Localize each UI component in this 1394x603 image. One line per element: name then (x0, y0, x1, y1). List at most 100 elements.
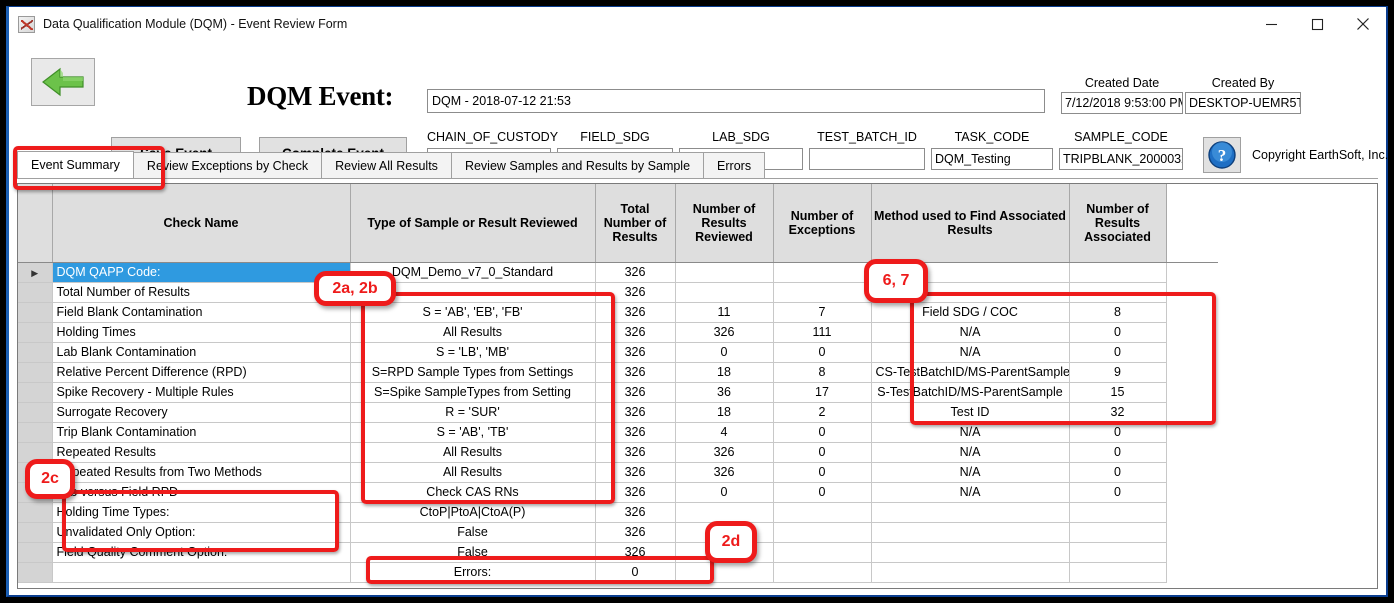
cell-type-reviewed[interactable]: S = 'LB', 'MB' (350, 342, 596, 363)
cell-total-results[interactable]: 326 (595, 342, 676, 363)
cell-results-associated[interactable] (1069, 522, 1167, 543)
cell-exceptions[interactable] (773, 522, 872, 543)
cell-check-name[interactable]: Relative Percent Difference (RPD) (52, 362, 351, 383)
cell-exceptions[interactable] (773, 542, 872, 563)
col-header-check-name[interactable]: Check Name (52, 184, 351, 263)
row-selector-cell[interactable] (18, 302, 53, 323)
col-header-number-of-results-reviewed[interactable]: Number of Results Reviewed (675, 184, 774, 263)
cell-method-used[interactable]: N/A (871, 322, 1070, 343)
cell-method-used[interactable] (871, 262, 1070, 283)
cell-check-name[interactable]: Total Number of Results (52, 282, 351, 303)
table-row[interactable]: Repeated Results All Results 326 326 0 N/A 0 (18, 442, 1218, 463)
cell-type-reviewed[interactable]: False (350, 542, 596, 563)
cell-check-name[interactable]: Field Blank Contamination (52, 302, 351, 323)
cell-total-results[interactable]: 326 (595, 462, 676, 483)
table-row[interactable]: Spike Recovery - Multiple Rules S=Spike S… (18, 382, 1218, 403)
cell-type-reviewed[interactable]: Errors: (350, 562, 596, 583)
cell-total-results[interactable]: 326 (595, 262, 676, 283)
row-selector-cell[interactable] (18, 482, 53, 503)
col-header-number-of-results-associated[interactable]: Number of Results Associated (1069, 184, 1167, 263)
cell-results-reviewed[interactable]: 326 (675, 462, 774, 483)
col-header-method-used[interactable]: Method used to Find Associated Results (871, 184, 1070, 263)
cell-total-results[interactable]: 326 (595, 302, 676, 323)
table-row[interactable]: Holding Time Types: CtoP|PtoA|CtoA(P) 326 (18, 502, 1218, 523)
cell-results-reviewed[interactable]: 18 (675, 362, 774, 383)
close-icon[interactable] (1340, 7, 1386, 41)
cell-method-used[interactable] (871, 282, 1070, 303)
row-selector-cell[interactable] (18, 422, 53, 443)
cell-results-associated[interactable]: 0 (1069, 462, 1167, 483)
cell-results-associated[interactable]: 32 (1069, 402, 1167, 423)
cell-method-used[interactable]: Field SDG / COC (871, 302, 1070, 323)
cell-total-results[interactable]: 326 (595, 382, 676, 403)
cell-exceptions[interactable] (773, 562, 872, 583)
cell-type-reviewed[interactable]: All Results (350, 442, 596, 463)
table-row[interactable]: Repeated Results from Two Methods All Res… (18, 462, 1218, 483)
back-arrow-icon[interactable] (31, 58, 95, 106)
cell-results-reviewed[interactable] (675, 542, 774, 563)
cell-check-name[interactable]: Lab versus Field RPD (52, 482, 351, 503)
cell-check-name[interactable]: Holding Time Types: (52, 502, 351, 523)
cell-results-reviewed[interactable]: 4 (675, 422, 774, 443)
cell-results-associated[interactable]: 0 (1069, 322, 1167, 343)
cell-total-results[interactable]: 326 (595, 522, 676, 543)
table-row[interactable]: Field Blank Contamination S = 'AB', 'EB',… (18, 302, 1218, 323)
row-selector-cell[interactable] (18, 522, 53, 543)
cell-total-results[interactable]: 326 (595, 322, 676, 343)
cell-type-reviewed[interactable]: Check CAS RNs (350, 482, 596, 503)
row-selector-cell[interactable] (18, 462, 53, 483)
cell-method-used[interactable]: N/A (871, 422, 1070, 443)
col-header-total-number-of-results[interactable]: Total Number of Results (595, 184, 676, 263)
cell-check-name[interactable]: Unvalidated Only Option: (52, 522, 351, 543)
row-selector-cell[interactable]: ▶ (18, 262, 53, 283)
cell-check-name[interactable]: Field Quality Comment Option: (52, 542, 351, 563)
cell-results-associated[interactable]: 9 (1069, 362, 1167, 383)
cell-exceptions[interactable]: 17 (773, 382, 872, 403)
cell-results-associated[interactable]: 0 (1069, 442, 1167, 463)
tab-review-samples-and-results-by-sample[interactable]: Review Samples and Results by Sample (450, 152, 705, 178)
row-selector-cell[interactable] (18, 362, 53, 383)
cell-exceptions[interactable]: 0 (773, 442, 872, 463)
cell-results-reviewed[interactable] (675, 502, 774, 523)
cell-exceptions[interactable]: 111 (773, 322, 872, 343)
cell-results-associated[interactable]: 15 (1069, 382, 1167, 403)
cell-type-reviewed[interactable]: S=RPD Sample Types from Settings (350, 362, 596, 383)
cell-results-reviewed[interactable] (675, 282, 774, 303)
cell-exceptions[interactable]: 7 (773, 302, 872, 323)
cell-method-used[interactable]: N/A (871, 482, 1070, 503)
cell-results-associated[interactable] (1069, 282, 1167, 303)
cell-check-name[interactable] (52, 562, 351, 583)
table-row[interactable]: Total Number of Results 326 (18, 282, 1218, 303)
cell-method-used[interactable]: N/A (871, 462, 1070, 483)
row-selector-cell[interactable] (18, 442, 53, 463)
cell-results-associated[interactable] (1069, 562, 1167, 583)
table-row[interactable]: Trip Blank Contamination S = 'AB', 'TB' 32… (18, 422, 1218, 443)
cell-results-reviewed[interactable]: 0 (675, 342, 774, 363)
row-selector-cell[interactable] (18, 322, 53, 343)
cell-type-reviewed[interactable]: S = 'AB', 'TB' (350, 422, 596, 443)
cell-check-name[interactable]: Repeated Results (52, 442, 351, 463)
cell-total-results[interactable]: 326 (595, 282, 676, 303)
cell-method-used[interactable]: N/A (871, 342, 1070, 363)
cell-type-reviewed[interactable]: R = 'SUR' (350, 402, 596, 423)
cell-results-reviewed[interactable] (675, 522, 774, 543)
cell-type-reviewed[interactable]: S = 'AB', 'EB', 'FB' (350, 302, 596, 323)
row-selector-cell[interactable] (18, 382, 53, 403)
cell-results-associated[interactable]: 0 (1069, 482, 1167, 503)
tab-errors[interactable]: Errors (703, 152, 766, 178)
table-row[interactable]: ▶ DQM QAPP Code: DQM_Demo_v7_0_Standard 326 (18, 262, 1218, 283)
cell-results-associated[interactable] (1069, 542, 1167, 563)
row-selector-cell[interactable] (18, 562, 53, 583)
table-row[interactable]: Lab versus Field RPD Check CAS RNs 326 0 0 N/… (18, 482, 1218, 503)
cell-method-used[interactable] (871, 542, 1070, 563)
cell-results-reviewed[interactable]: 326 (675, 442, 774, 463)
cell-total-results[interactable]: 0 (595, 562, 676, 583)
cell-exceptions[interactable] (773, 262, 872, 283)
minimize-icon[interactable] (1248, 7, 1294, 41)
cell-results-associated[interactable]: 8 (1069, 302, 1167, 323)
cell-results-associated[interactable] (1069, 502, 1167, 523)
cell-method-used[interactable] (871, 562, 1070, 583)
cell-check-name[interactable]: Trip Blank Contamination (52, 422, 351, 443)
row-selector-cell[interactable] (18, 502, 53, 523)
cell-type-reviewed[interactable] (350, 282, 596, 303)
